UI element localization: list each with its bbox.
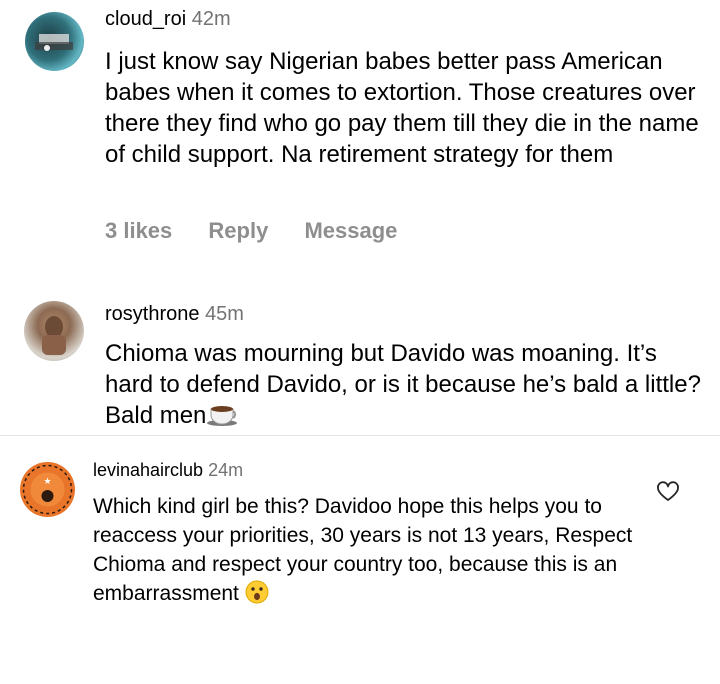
avatar[interactable]: ★ <box>20 462 75 517</box>
comment-item: rosythrone 45m Chioma was mourning but D… <box>0 265 720 435</box>
comment-item: ★ levinahairclub 24m Which kind girl be … <box>0 436 720 684</box>
comment-text: Chioma was mourning but Davido was moani… <box>105 338 705 435</box>
comment-header: rosythrone 45m <box>105 301 244 327</box>
like-heart-icon[interactable] <box>656 480 680 504</box>
avatar-photo-icon <box>35 34 73 51</box>
comment-text: Which kind girl be this? Davidoo hope th… <box>93 492 633 612</box>
username[interactable]: rosythrone <box>105 303 200 325</box>
reply-button[interactable]: Reply <box>208 218 268 243</box>
timestamp: 42m <box>191 8 231 30</box>
avatar[interactable] <box>24 301 84 361</box>
avatar-photo-icon <box>42 316 66 355</box>
comment-header: levinahairclub 24m <box>93 458 243 482</box>
avatar-logo-icon: ★ <box>22 464 73 515</box>
comment-header: cloud_roi 42m <box>105 6 231 32</box>
comment-text: I just know say Nigerian babes better pa… <box>105 48 699 168</box>
svg-text:★: ★ <box>43 477 51 487</box>
comment-actions: 3 likes Reply Message <box>105 217 427 245</box>
surprised-face-icon <box>245 580 269 612</box>
message-button[interactable]: Message <box>304 218 397 243</box>
timestamp: 45m <box>205 303 244 325</box>
avatar[interactable] <box>25 12 84 71</box>
likes-count[interactable]: 3 likes <box>105 218 172 243</box>
username[interactable]: levinahairclub <box>93 460 203 480</box>
username[interactable]: cloud_roi <box>105 8 186 30</box>
timestamp: 24m <box>208 460 244 480</box>
coffee-cup-icon <box>206 403 240 435</box>
comment-item: cloud_roi 42m I just know say Nigerian b… <box>0 0 720 265</box>
comment-text-content: Chioma was mourning but Davido was moani… <box>105 340 701 429</box>
comment-text-content: Which kind girl be this? Davidoo hope th… <box>93 495 633 605</box>
